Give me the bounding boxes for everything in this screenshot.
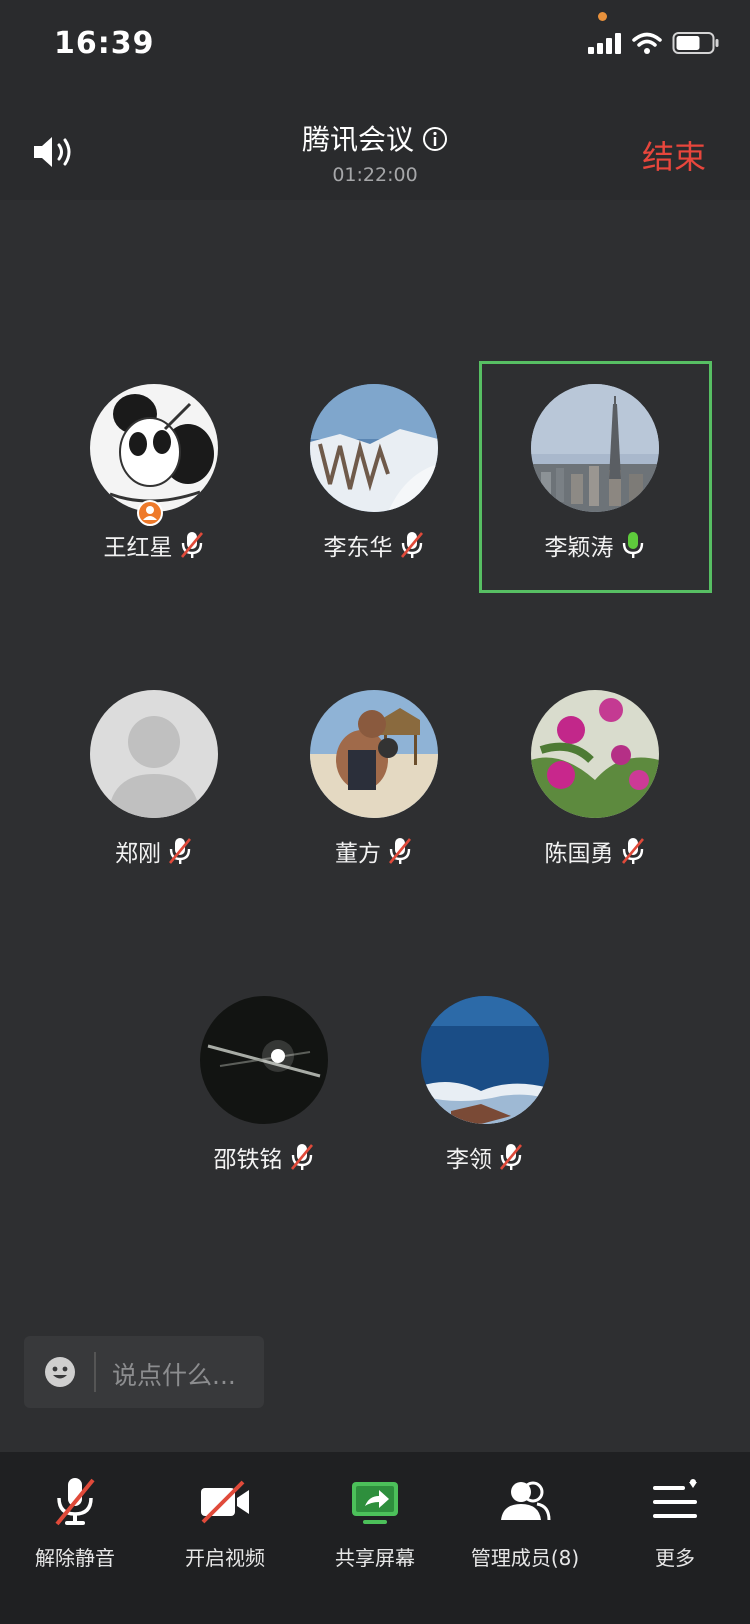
member-name: 王红星 (103, 535, 173, 561)
member-name: 陈国勇 (544, 841, 614, 867)
avatar (310, 384, 438, 512)
meeting-title[interactable]: 腾讯会议 (0, 118, 750, 158)
member-name: 李东华 (323, 535, 393, 561)
member-tile[interactable]: 陈国勇 (485, 682, 705, 912)
share-screen-icon (352, 1482, 398, 1524)
more-button[interactable]: 更多 (605, 1474, 745, 1571)
video-off-icon (201, 1480, 249, 1524)
share-screen-button[interactable]: 共享屏幕 (305, 1474, 445, 1571)
start-video-button[interactable]: 开启视频 (155, 1474, 295, 1571)
status-icons (588, 30, 720, 56)
info-icon[interactable] (422, 126, 448, 152)
member-name-row: 邵铁铭 (154, 1140, 374, 1174)
member-name: 邵铁铭 (213, 1147, 283, 1173)
mic-muted-icon (389, 838, 411, 864)
mic-muted-icon (621, 838, 644, 864)
avatar (90, 384, 218, 512)
avatar (421, 996, 549, 1124)
unmute-label: 解除静音 (35, 1546, 115, 1570)
manage-members-label: 管理成员(8) (470, 1546, 580, 1570)
end-meeting-button[interactable]: 结束 (642, 132, 706, 178)
emoji-icon[interactable] (44, 1356, 76, 1388)
mic-speaking-icon (622, 532, 643, 558)
chat-placeholder: 说点什么... (112, 1361, 236, 1390)
meeting-header: 腾讯会议 01:22:00 结束 (0, 88, 750, 200)
avatar (90, 690, 218, 818)
mic-off-icon (55, 1478, 95, 1526)
member-tile[interactable]: 王红星 (44, 376, 264, 606)
mic-muted-icon (169, 838, 191, 864)
member-name: 郑刚 (115, 841, 161, 867)
start-video-label: 开启视频 (185, 1546, 265, 1570)
avatar (200, 996, 328, 1124)
unmute-button[interactable]: 解除静音 (5, 1474, 145, 1571)
battery-icon (672, 32, 719, 54)
member-name-row: 李颖涛 (485, 528, 705, 562)
member-tile[interactable]: 李领 (375, 988, 595, 1218)
mic-muted-icon (500, 1144, 522, 1170)
chat-input-bar[interactable]: 说点什么... (24, 1336, 264, 1408)
member-name: 董方 (335, 841, 381, 867)
member-name-row: 董方 (264, 834, 484, 868)
bottom-toolbar: 解除静音 开启视频 共享屏幕 管理成员(8) 更多 (0, 1452, 750, 1624)
cellular-signal-icon (588, 33, 621, 54)
member-name-row: 郑刚 (44, 834, 264, 868)
members-icon (501, 1481, 551, 1521)
member-name-row: 李东华 (264, 528, 484, 562)
more-label: 更多 (655, 1546, 695, 1570)
member-tile[interactable]: 李颖涛 (485, 376, 705, 606)
wifi-icon (632, 32, 662, 54)
member-tile[interactable]: 邵铁铭 (154, 988, 374, 1218)
mic-muted-icon (400, 532, 423, 558)
member-tile[interactable]: 郑刚 (44, 682, 264, 912)
chat-divider (94, 1352, 96, 1392)
meeting-timer: 01:22:00 (332, 164, 418, 186)
member-name-row: 陈国勇 (485, 834, 705, 868)
member-name-row: 王红星 (44, 528, 264, 562)
avatar (531, 384, 659, 512)
status-bar: 16:39 (0, 0, 750, 88)
member-name: 李领 (446, 1147, 492, 1173)
host-badge-icon (137, 500, 163, 526)
member-tile[interactable]: 李东华 (264, 376, 484, 606)
manage-members-button[interactable]: 管理成员(8) (455, 1474, 595, 1571)
avatar (531, 690, 659, 818)
more-menu-icon (653, 1479, 697, 1518)
member-tile[interactable]: 董方 (264, 682, 484, 912)
status-time: 16:39 (54, 26, 155, 61)
meeting-title-text: 腾讯会议 (301, 123, 414, 156)
privacy-indicator-dot (598, 12, 607, 21)
mic-muted-icon (290, 1144, 313, 1170)
avatar (310, 690, 438, 818)
member-name: 李颖涛 (544, 535, 614, 561)
share-screen-label: 共享屏幕 (335, 1546, 415, 1570)
member-name-row: 李领 (375, 1140, 595, 1174)
mic-muted-icon (180, 532, 203, 558)
